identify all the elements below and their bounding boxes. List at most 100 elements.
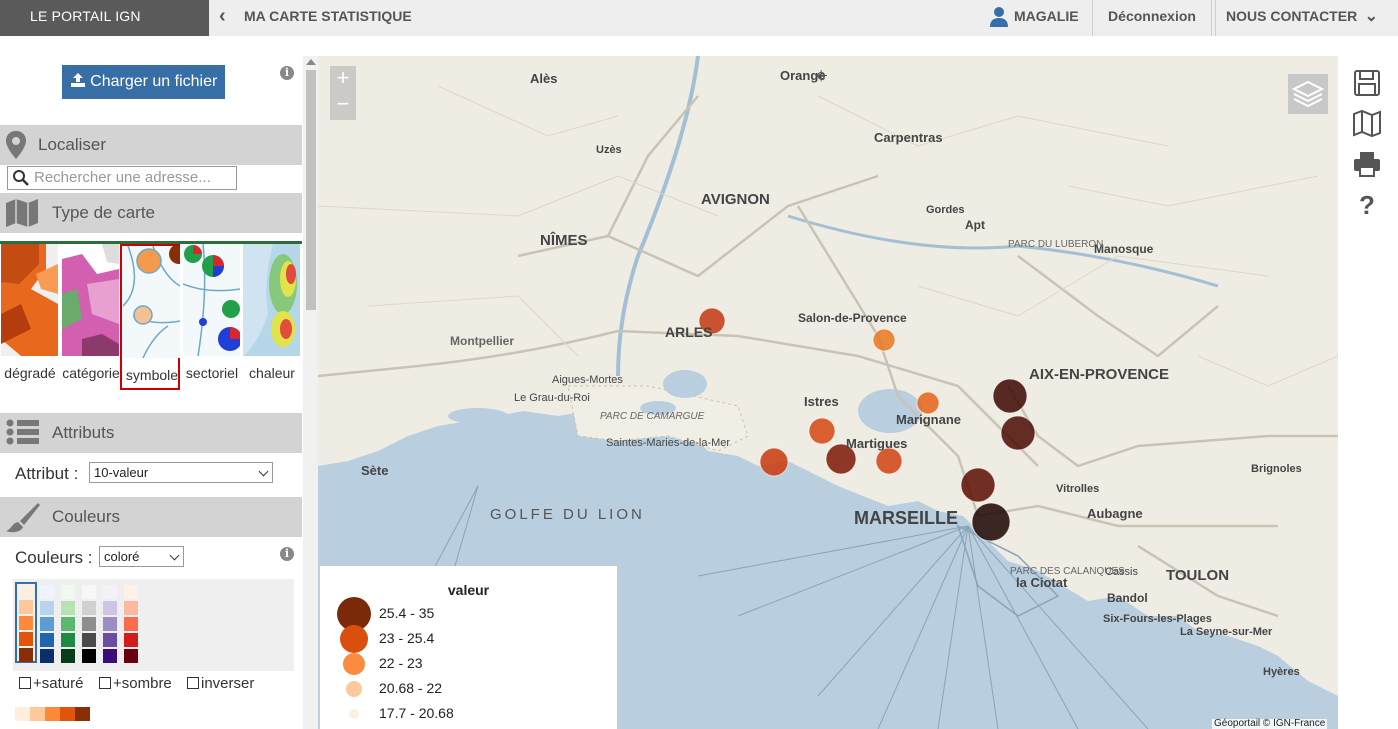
palette-option[interactable]	[15, 582, 37, 663]
data-symbol[interactable]	[916, 391, 940, 415]
palette-swatch	[124, 617, 138, 631]
data-symbol[interactable]	[759, 447, 789, 477]
portal-link[interactable]: LE PORTAIL IGN	[0, 0, 209, 36]
data-symbol[interactable]	[992, 378, 1028, 414]
legend-label: 25.4 - 35	[379, 605, 435, 621]
couleurs-title: Couleurs	[52, 507, 121, 526]
zoom-in-button[interactable]: +	[330, 66, 356, 92]
data-symbol[interactable]	[875, 447, 903, 475]
data-symbol[interactable]	[808, 417, 836, 445]
map-label: Sète	[361, 463, 389, 478]
map-label: PARC DU LUBERON	[1008, 239, 1104, 250]
couleurs-value: coloré	[104, 549, 140, 564]
legend-label: 20.68 - 22	[379, 680, 443, 696]
map-label: PARC DE CAMARGUE	[600, 411, 705, 422]
portal-label: LE PORTAIL IGN	[30, 8, 141, 24]
sidebar-scrollbar[interactable]	[303, 56, 318, 729]
map-icon[interactable]	[1352, 108, 1382, 138]
type-carte-section-header[interactable]: Type de carte	[0, 193, 302, 233]
user-menu[interactable]: MAGALIE	[970, 0, 1092, 36]
contact-menu[interactable]: NOUS CONTACTER ⌄	[1215, 0, 1398, 36]
legend-symbol	[343, 653, 365, 675]
attributs-section-header[interactable]: Attributs	[0, 413, 302, 453]
map-type-categorie[interactable]: catégorie	[61, 244, 121, 390]
saturate-checkbox[interactable]: +saturé	[19, 675, 83, 692]
map-label: Alès	[530, 71, 558, 86]
data-symbol[interactable]	[971, 502, 1011, 542]
palette-swatch	[103, 585, 117, 599]
palette-swatch	[19, 648, 33, 662]
couleurs-label: Couleurs :	[15, 548, 93, 567]
palette-swatch	[40, 617, 54, 631]
print-icon[interactable]	[1352, 149, 1382, 179]
map-label: Marignane	[896, 412, 962, 427]
palette-option[interactable]	[60, 585, 76, 663]
palette-swatch	[124, 585, 138, 599]
map-label: Saintes-Maries-de-la-Mer	[606, 437, 731, 449]
palette-option[interactable]	[39, 585, 55, 663]
address-search-input[interactable]: Rechercher une adresse...	[7, 166, 237, 190]
data-symbol[interactable]	[1000, 415, 1036, 451]
palette-option[interactable]	[102, 585, 118, 663]
symbole-label: symbole	[125, 367, 179, 383]
palette-swatch	[19, 584, 33, 598]
degrade-label: dégradé	[4, 365, 56, 381]
info-icon[interactable]: i	[280, 66, 294, 80]
save-icon[interactable]	[1352, 68, 1382, 98]
legend-symbol	[346, 681, 362, 697]
palette-swatch	[61, 601, 75, 615]
logout-button[interactable]: Déconnexion	[1092, 0, 1212, 36]
upload-label: Charger un fichier	[90, 73, 218, 90]
map-label: Brignoles	[1251, 463, 1302, 475]
palette-option[interactable]	[123, 585, 139, 663]
checkbox-box	[99, 677, 111, 689]
data-symbol[interactable]	[872, 328, 896, 352]
palette-swatch	[40, 601, 54, 615]
palette-option[interactable]	[81, 585, 97, 663]
invert-checkbox[interactable]: inverser	[187, 675, 254, 692]
legend-symbol	[340, 625, 368, 653]
layers-icon	[1291, 80, 1325, 108]
map-icon	[6, 199, 38, 227]
upload-file-button[interactable]: Charger un fichier	[62, 65, 225, 99]
map-label: Montpellier	[450, 334, 515, 348]
darker-checkbox[interactable]: +sombre	[99, 675, 172, 692]
localiser-title: Localiser	[38, 135, 107, 154]
darker-label: +sombre	[113, 675, 172, 692]
map-type-symbole[interactable]: symbole	[120, 244, 180, 390]
map-label: Bandol	[1107, 591, 1148, 605]
couleurs-select[interactable]: coloré	[99, 546, 184, 567]
chevron-down-icon	[169, 550, 180, 561]
map-type-degrade[interactable]: dégradé	[0, 244, 60, 390]
map-type-chaleur[interactable]: chaleur	[242, 244, 302, 390]
palette-swatch	[40, 633, 54, 647]
sectoriel-thumbnail	[183, 244, 240, 356]
data-symbol[interactable]	[960, 467, 996, 503]
map-label: la Ciotat	[1016, 575, 1068, 590]
map-type-sectoriel[interactable]: sectoriel	[182, 244, 242, 390]
invert-label: inverser	[201, 675, 255, 692]
zoom-control: + −	[330, 66, 356, 120]
geolocate-crosshair-icon[interactable]: ⌖	[815, 63, 827, 89]
search-icon	[13, 170, 29, 186]
help-icon[interactable]: ?	[1352, 189, 1382, 219]
top-bar: LE PORTAIL IGN ‹ MA CARTE STATISTIQUE MA…	[0, 0, 1398, 36]
symbole-thumbnail	[123, 246, 180, 358]
map-label: Vitrolles	[1056, 483, 1100, 495]
map-type-list: dégradé catégorie symbole sectoriel chal…	[0, 241, 302, 390]
couleurs-section-header[interactable]: Couleurs	[0, 497, 302, 537]
breadcrumb: ‹ MA CARTE STATISTIQUE	[209, 0, 970, 36]
zoom-out-button[interactable]: −	[330, 92, 356, 118]
map-label: Apt	[965, 218, 985, 232]
attribut-select[interactable]: 10-valeur	[89, 462, 273, 483]
layers-button[interactable]	[1288, 74, 1328, 114]
back-chevron-icon[interactable]: ‹	[219, 0, 226, 33]
localiser-section-header[interactable]: Localiser	[0, 125, 302, 165]
scrollbar-thumb[interactable]	[306, 70, 316, 310]
svg-text:?: ?	[1359, 190, 1375, 219]
palette-swatch	[103, 649, 117, 663]
info-icon[interactable]: i	[280, 547, 294, 561]
map-label: Le Grau-du-Roi	[514, 392, 590, 404]
preview-swatch	[15, 707, 30, 721]
scroll-up-arrow-icon[interactable]	[306, 59, 316, 65]
